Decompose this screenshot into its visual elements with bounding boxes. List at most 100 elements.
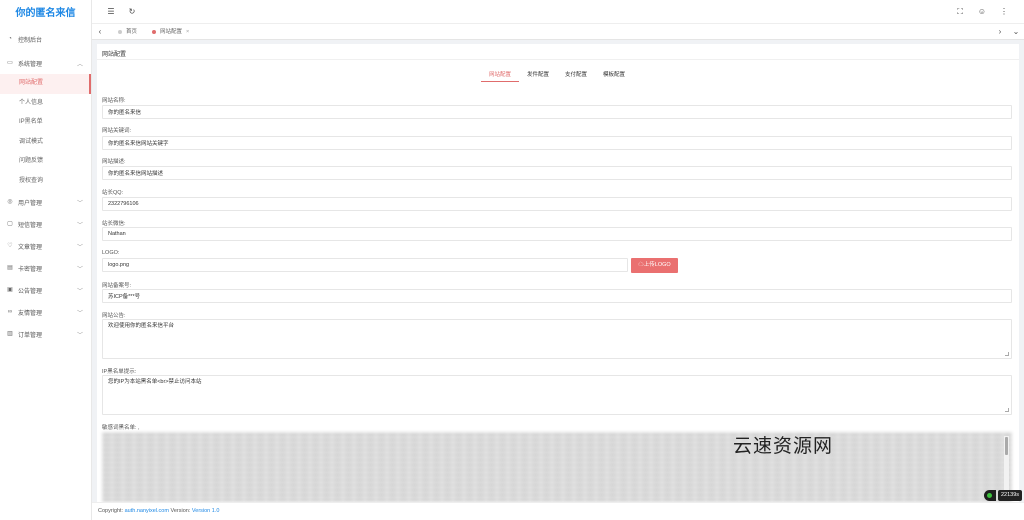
footer: Copyright: auth.nanyixel.com Version: Ve… (92, 502, 1024, 520)
site-name-input[interactable] (102, 105, 1012, 119)
sidebar-item-label: 卡密管理 (18, 266, 43, 273)
config-tabs: 网站配置 发件配置 支付配置 模板配置 (481, 70, 633, 82)
qq-input[interactable] (102, 197, 1012, 211)
sensitive-words-label: 敏感词黑名单: , (102, 425, 140, 431)
wechat-input[interactable] (102, 227, 1012, 241)
tab-label: 网站配置 (160, 29, 183, 35)
card-title: 网站配置 (102, 52, 127, 58)
icp-label: 网站备案号: (102, 283, 132, 289)
sensitive-words-textarea[interactable] (102, 432, 1012, 502)
tab-template-config[interactable]: 模板配置 (595, 70, 633, 82)
sidebar-item-dashboard[interactable]: ◔ 控制后台 (0, 28, 91, 50)
tabs-dropdown-icon[interactable]: ⌄ (1010, 26, 1022, 38)
description-label: 网站描述: (102, 159, 126, 165)
sidebar-item-label: 用户管理 (18, 200, 43, 207)
tab-dot-icon (152, 30, 156, 34)
timer-badge: 22139s (998, 490, 1022, 501)
sidebar-item-label: 公告管理 (18, 288, 43, 295)
chevron-down-icon: ﹀ (76, 310, 83, 317)
sidebar-item-users[interactable]: ◎ 用户管理 ﹀ (0, 191, 91, 213)
sidebar-item-cards[interactable]: ▤ 卡密管理 ﹀ (0, 257, 91, 279)
resize-handle-icon[interactable] (1005, 352, 1009, 356)
logo-input[interactable] (102, 258, 628, 272)
version-label: Version: (170, 508, 191, 514)
sidebar-item-sms[interactable]: ▢ 短信管理 ﹀ (0, 213, 91, 235)
sidebar-item-label: 文章管理 (18, 244, 43, 251)
status-dot-icon (984, 490, 996, 501)
sidebar-item-label: 控制后台 (18, 37, 43, 44)
sidebar: 你的匿名来信 ◔ 控制后台 ▭ 系统管理 ︿ 网站配置 个人信息 IP黑名单 调… (0, 0, 92, 520)
keywords-label: 网站关键词: (102, 128, 132, 134)
message-icon: ▢ (7, 221, 13, 227)
upload-logo-button[interactable]: ☁上传LOGO (631, 258, 678, 273)
tabs-bar: ‹ 首页 网站配置 × › ⌄ (92, 24, 1024, 40)
watermark-text: 云速资源网 (733, 435, 834, 457)
sidebar-item-label: 短信管理 (18, 222, 43, 229)
tab-mail-config[interactable]: 发件配置 (519, 70, 557, 82)
sidebar-item-label: 订单管理 (18, 332, 43, 339)
sidebar-item-friends[interactable]: ∞ 友情管理 ﹀ (0, 301, 91, 323)
chevron-down-icon: ﹀ (76, 332, 83, 339)
scrollbar-thumb[interactable] (1005, 437, 1008, 455)
site-name-label: 网站名称: (102, 98, 126, 104)
sidebar-item-articles[interactable]: ♡ 文章管理 ﹀ (0, 235, 91, 257)
sidebar-item-label: 系统管理 (18, 61, 43, 68)
brand-title: 你的匿名来信 (15, 8, 76, 19)
wechat-label: 站长微信: (102, 221, 126, 227)
chevron-down-icon: ﹀ (76, 244, 83, 251)
tab-label: 首页 (126, 29, 138, 35)
refresh-icon[interactable]: ↻ (126, 6, 138, 18)
link-icon: ∞ (7, 309, 13, 315)
ip-tip-label: IP黑名单提示: (102, 369, 137, 375)
resize-handle-icon[interactable] (1005, 408, 1009, 412)
tab-pay-config[interactable]: 支付配置 (557, 70, 595, 82)
sidebar-item-orders[interactable]: ▥ 订单管理 ﹀ (0, 323, 91, 345)
notice-label: 网站公告: (102, 313, 126, 319)
tab-home[interactable]: 首页 (118, 27, 137, 37)
sidebar-item-license[interactable]: 授权查询 (0, 172, 91, 192)
logo-label: LOGO: (102, 250, 120, 256)
notice-textarea[interactable]: 欢迎使用你的匿名来信平台 (102, 319, 1012, 359)
sidebar-item-notices[interactable]: ▣ 公告管理 ﹀ (0, 279, 91, 301)
monitor-icon: ▭ (7, 60, 13, 66)
tab-site-config-inner[interactable]: 网站配置 (481, 70, 520, 82)
sidebar-item-label: 友情管理 (18, 310, 43, 317)
card-divider (97, 59, 1019, 60)
ip-tip-textarea[interactable]: 您的IP为本站黑名单<br>禁止访问本站 (102, 375, 1012, 415)
shield-icon: ♡ (7, 243, 13, 249)
keywords-input[interactable] (102, 136, 1012, 150)
copyright-link[interactable]: auth.nanyixel.com (125, 508, 169, 514)
tab-site-config[interactable]: 网站配置 × (152, 27, 189, 37)
card-icon: ▤ (7, 265, 13, 271)
tabs-prev-icon[interactable]: ‹ (94, 26, 106, 38)
menu-toggle-icon[interactable]: ☰ (105, 6, 117, 18)
chevron-down-icon: ﹀ (76, 200, 83, 207)
version-value[interactable]: Version 1.0 (192, 508, 220, 514)
chevron-down-icon: ﹀ (76, 222, 83, 229)
system-submenu: 网站配置 个人信息 IP黑名单 调试模式 问题反馈 授权查询 (0, 74, 91, 191)
qq-label: 站长QQ: (102, 190, 124, 196)
sidebar-item-profile[interactable]: 个人信息 (0, 94, 91, 114)
order-icon: ▥ (7, 331, 13, 337)
tab-dot-icon (118, 30, 122, 34)
sidebar-item-debug[interactable]: 调试模式 (0, 133, 91, 153)
close-icon[interactable]: × (186, 27, 189, 37)
tabs-next-icon[interactable]: › (994, 26, 1006, 38)
site-config-card: 网站配置 网站配置 发件配置 支付配置 模板配置 网站名称: 网站关键词: 网站… (97, 44, 1019, 502)
sidebar-item-feedback[interactable]: 问题反馈 (0, 152, 91, 172)
chevron-up-icon: ︿ (76, 61, 83, 68)
top-header: ☰ ↻ ⛶ ☺ ⋮ (92, 0, 1024, 24)
description-input[interactable] (102, 166, 1012, 180)
fullscreen-icon[interactable]: ⛶ (954, 6, 966, 18)
copyright-label: Copyright: (98, 508, 124, 514)
icp-input[interactable] (102, 289, 1012, 303)
sidebar-item-ip-blacklist[interactable]: IP黑名单 (0, 113, 91, 133)
dashboard-icon: ◔ (8, 36, 12, 42)
more-icon[interactable]: ⋮ (998, 6, 1010, 18)
chevron-down-icon: ﹀ (76, 288, 83, 295)
user-avatar-icon[interactable]: ☺ (976, 6, 988, 18)
sidebar-item-site-config[interactable]: 网站配置 (0, 74, 91, 94)
sidebar-item-system[interactable]: ▭ 系统管理 ︿ (0, 52, 91, 74)
chevron-down-icon: ﹀ (76, 266, 83, 273)
notice-icon: ▣ (7, 287, 13, 293)
